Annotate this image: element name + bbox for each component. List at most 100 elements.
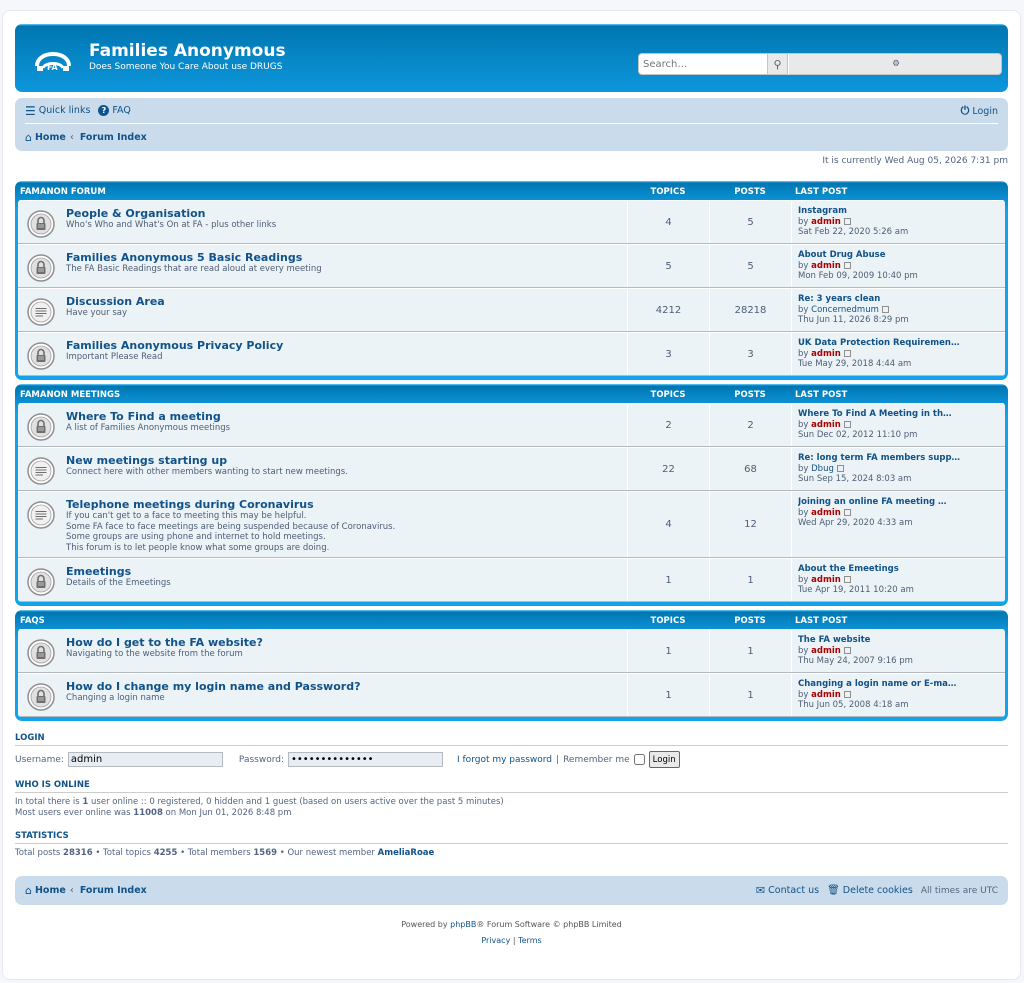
forum-icon bbox=[26, 297, 56, 327]
topics-count: 1 bbox=[627, 559, 709, 601]
footer-forum-index-link[interactable]: Forum Index bbox=[80, 885, 147, 896]
forum-title-link[interactable]: Families Anonymous Privacy Policy bbox=[66, 339, 283, 352]
search-input[interactable] bbox=[638, 53, 768, 75]
phpbb-link[interactable]: phpBB bbox=[450, 920, 476, 929]
last-post-author-link[interactable]: admin bbox=[811, 261, 841, 271]
view-latest-post-icon[interactable] bbox=[843, 420, 851, 428]
last-post-title-link[interactable]: Joining an online FA meeting … bbox=[798, 497, 1001, 508]
forum-description: Details of the Emeetings bbox=[66, 578, 171, 589]
password-input[interactable] bbox=[288, 752, 443, 767]
powered-text: Powered by bbox=[401, 920, 451, 929]
view-latest-post-icon[interactable] bbox=[881, 305, 889, 313]
category-title[interactable]: FAMANON MEETINGS bbox=[18, 390, 627, 400]
forum-description: A list of Families Anonymous meetings bbox=[66, 423, 230, 434]
remember-me-checkbox[interactable] bbox=[633, 754, 645, 765]
terms-link[interactable]: Terms bbox=[518, 936, 542, 945]
home-icon: ⌂ bbox=[25, 884, 32, 897]
forum-title-link[interactable]: Families Anonymous 5 Basic Readings bbox=[66, 251, 322, 264]
topics-count: 3 bbox=[627, 333, 709, 375]
last-post-title-link[interactable]: About the Emeetings bbox=[798, 564, 1001, 575]
last-post-author-link[interactable]: admin bbox=[811, 420, 841, 430]
record-text: on Mon Jun 01, 2026 8:48 pm bbox=[162, 808, 292, 818]
last-post-author-link[interactable]: admin bbox=[811, 349, 841, 359]
username-input[interactable] bbox=[67, 752, 223, 767]
forum-description: Have your say bbox=[66, 308, 165, 319]
last-post-author-link[interactable]: admin bbox=[811, 575, 841, 585]
quick-links-label: Quick links bbox=[38, 105, 91, 116]
last-post-title-link[interactable]: Re: long term FA members supp… bbox=[798, 453, 1001, 464]
breadcrumb-home[interactable]: ⌂ Home bbox=[25, 131, 66, 144]
gear-icon: ⚙ bbox=[892, 59, 900, 70]
stat-label: • Total members bbox=[177, 848, 254, 858]
total-posts: 28316 bbox=[63, 848, 93, 858]
last-post-author-link[interactable]: admin bbox=[811, 217, 841, 227]
lock-icon bbox=[26, 682, 56, 712]
forum-description-line: If you can't get to a face to meeting th… bbox=[66, 511, 307, 521]
last-post-title-link[interactable]: About Drug Abuse bbox=[798, 250, 1001, 261]
newest-member-link[interactable]: AmeliaRoae bbox=[378, 848, 435, 858]
last-post-author-link[interactable]: admin bbox=[811, 646, 841, 656]
view-latest-post-icon[interactable] bbox=[843, 261, 851, 269]
forum-title-link[interactable]: How do I change my login name and Passwo… bbox=[66, 680, 360, 693]
forgot-password-link[interactable]: I forgot my password bbox=[457, 755, 552, 765]
site-logo-icon[interactable]: FA bbox=[33, 40, 73, 76]
breadcrumb-forum-index[interactable]: Forum Index bbox=[80, 132, 147, 143]
privacy-link[interactable]: Privacy bbox=[481, 936, 510, 945]
faq-link[interactable]: ? FAQ bbox=[98, 105, 131, 116]
last-post-column-header: LAST POST bbox=[795, 187, 848, 197]
last-post-author-link[interactable]: Dbug bbox=[811, 464, 834, 474]
forum-categories: FAMANON FORUM TOPICS POSTS LAST POST People … bbox=[15, 181, 1008, 721]
view-latest-post-icon[interactable] bbox=[843, 349, 851, 357]
question-circle-icon: ? bbox=[98, 105, 110, 116]
advanced-search-button[interactable]: ⚙ bbox=[788, 53, 1002, 75]
forum-description: Changing a login name bbox=[66, 693, 360, 704]
forum-title-link[interactable]: Emeetings bbox=[66, 565, 171, 578]
view-latest-post-icon[interactable] bbox=[843, 508, 851, 516]
last-post: Joining an online FA meeting … by admin We… bbox=[791, 492, 1005, 557]
forum-title-link[interactable]: New meetings starting up bbox=[66, 454, 348, 467]
last-post-title-link[interactable]: Re: 3 years clean bbox=[798, 294, 1001, 305]
last-post-title-link[interactable]: Where To Find A Meeting in th… bbox=[798, 409, 1001, 420]
last-post-title-link[interactable]: The FA website bbox=[798, 635, 1001, 646]
view-latest-post-icon[interactable] bbox=[843, 646, 851, 654]
forum-description-line: Important Please Read bbox=[66, 352, 163, 362]
forum-title-link[interactable]: People & Organisation bbox=[66, 207, 276, 220]
search-button[interactable]: ⚲ bbox=[768, 53, 788, 75]
forum-title-link[interactable]: Telephone meetings during Coronavirus bbox=[66, 498, 395, 511]
login-button[interactable]: Login bbox=[648, 751, 680, 768]
footer-home-link[interactable]: ⌂ Home bbox=[25, 884, 66, 897]
forum-title-link[interactable]: Discussion Area bbox=[66, 295, 165, 308]
login-link[interactable]: ⏻ Login bbox=[961, 104, 998, 118]
category-title[interactable]: FAMANON FORUM bbox=[18, 187, 627, 197]
last-post-title-link[interactable]: Instagram bbox=[798, 206, 1001, 217]
lock-icon bbox=[26, 209, 56, 239]
last-post: About Drug Abuse by admin Mon Feb 09, 2009… bbox=[791, 245, 1005, 287]
view-latest-post-icon[interactable] bbox=[843, 690, 851, 698]
view-latest-post-icon[interactable] bbox=[843, 575, 851, 583]
posts-count: 1 bbox=[709, 630, 791, 672]
forum-title-link[interactable]: How do I get to the FA website? bbox=[66, 636, 263, 649]
by-label: by bbox=[798, 216, 809, 227]
last-post-author-link[interactable]: admin bbox=[811, 690, 841, 700]
posts-count: 1 bbox=[709, 559, 791, 601]
view-latest-post-icon[interactable] bbox=[843, 217, 851, 225]
category-title[interactable]: FAQS bbox=[18, 616, 627, 626]
lock-icon bbox=[26, 253, 56, 283]
faq-label: FAQ bbox=[112, 105, 131, 116]
page-footer: Powered by phpBB® Forum Software © phpBB… bbox=[15, 917, 1008, 949]
last-post-title-link[interactable]: UK Data Protection Requiremen… bbox=[798, 338, 1001, 349]
posts-count: 68 bbox=[709, 448, 791, 490]
view-latest-post-icon[interactable] bbox=[836, 464, 844, 472]
quick-links-menu[interactable]: ☰ Quick links bbox=[25, 104, 90, 118]
forum-icon bbox=[26, 456, 56, 486]
last-post-date: Thu May 24, 2007 9:16 pm bbox=[798, 656, 913, 666]
last-post-title-link[interactable]: Changing a login name or E-ma… bbox=[798, 679, 1001, 690]
by-label: by bbox=[798, 689, 809, 700]
last-post-author-link[interactable]: admin bbox=[811, 508, 841, 518]
last-post-column-header: LAST POST bbox=[795, 616, 848, 626]
last-post-author-link[interactable]: Concernedmum bbox=[811, 305, 879, 315]
forum-title-link[interactable]: Where To Find a meeting bbox=[66, 410, 230, 423]
delete-cookies-link[interactable]: 🗑 Delete cookies bbox=[827, 885, 913, 896]
site-title[interactable]: Families Anonymous bbox=[89, 41, 286, 61]
contact-us-link[interactable]: ✉ Contact us bbox=[756, 884, 819, 897]
